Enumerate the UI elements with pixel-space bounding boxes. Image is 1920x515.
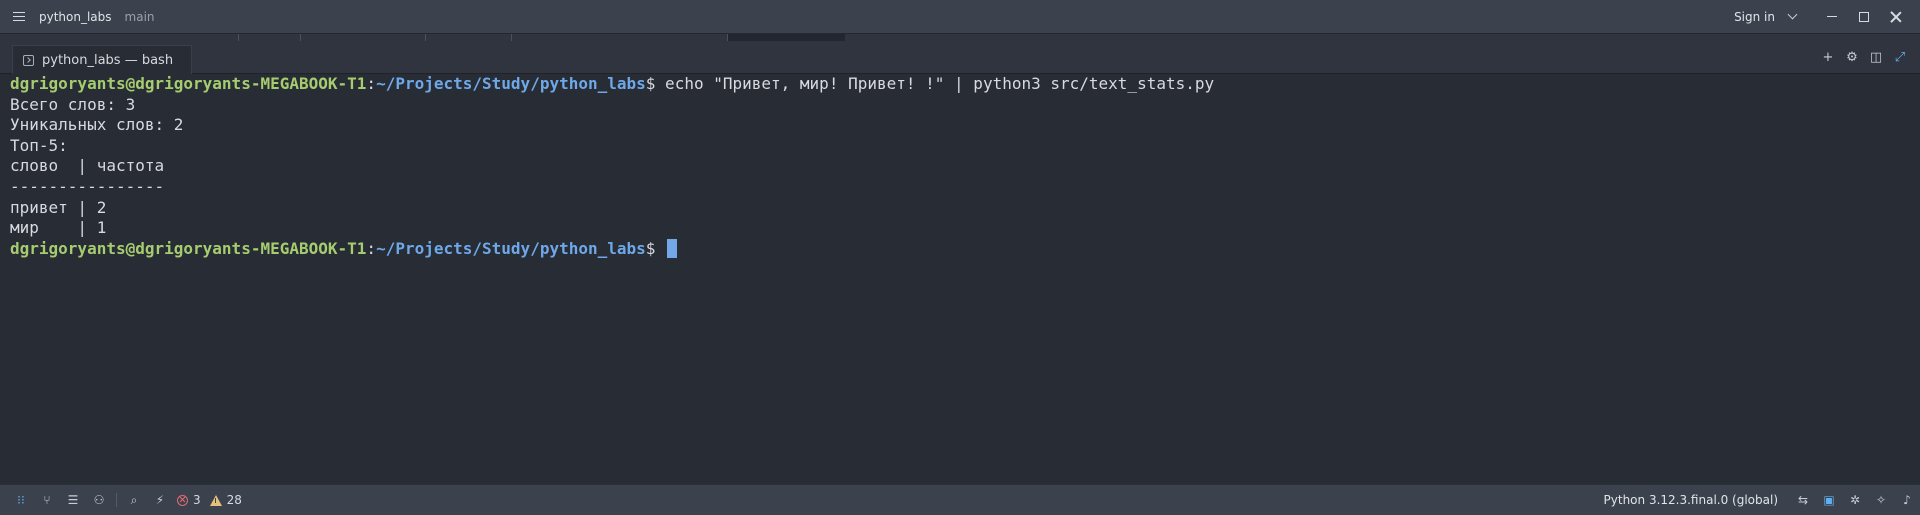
python-environment[interactable]: Python 3.12.3.final.0 (global) [1604,493,1778,507]
terminal-tab-bar: python_labs — bash + ⚙ ◫ ⤢ [0,41,1920,74]
prompt-path: ~/Projects/Study/python_labs [376,238,646,258]
minimize-button[interactable] [1816,0,1848,33]
prompt-colon: : [366,74,377,93]
minimize-icon [1827,16,1837,17]
new-terminal-button[interactable]: + [1816,46,1840,70]
maximize-panel-button[interactable]: ⤢ [1888,46,1912,70]
warning-count: 28 [226,493,242,507]
warning-icon [209,494,222,506]
prompt-user-host: dgrigoryants@dgrigoryants-MEGABOOK-T1 [10,238,367,258]
output-line: слово | частота [10,156,165,176]
git-branch-icon[interactable]: ⑂ [34,485,60,515]
branch-name[interactable]: main [125,10,155,24]
maximize-icon [1859,11,1869,22]
hamburger-icon [13,12,25,21]
error-icon [177,494,188,506]
terminal-tab[interactable]: python_labs — bash [12,45,192,74]
notifications-icon[interactable]: ♪ [1894,485,1920,515]
close-window-button[interactable] [1880,0,1912,33]
lightning-icon[interactable]: ⚡ [147,485,173,515]
prompt-path: ~/Projects/Study/python_labs [376,74,646,93]
assistant-icon[interactable]: ✧ [1868,485,1894,515]
command-text: echo "Привет, мир! Привет! !" | python3 … [655,74,1215,93]
terminal-actions: + ⚙ ◫ ⤢ [1816,41,1912,74]
command-line: dgrigoryants@dgrigoryants-MEGABOOK-T1:~/… [10,74,1910,95]
current-prompt-line[interactable]: dgrigoryants@dgrigoryants-MEGABOOK-T1:~/… [10,238,1910,260]
diagnostics-button[interactable]: 3 28 [177,493,242,507]
terminal-cursor [667,238,678,258]
maximize-button[interactable] [1848,0,1880,33]
terminal-tab-label: python_labs — bash [42,52,174,68]
terminal-tools-button[interactable]: ⚙ [1840,46,1864,70]
error-count: 3 [193,493,201,507]
sign-in-label: Sign in [1734,9,1775,24]
project-panel-icon[interactable]: ⁝⁝ [8,485,34,515]
prompt-user-host: dgrigoryants@dgrigoryants-MEGABOOK-T1 [10,74,367,93]
output-line: привет | 2 [10,197,107,217]
split-pane-button[interactable]: ◫ [1864,46,1888,70]
close-icon [1890,11,1902,23]
output-line: Уникальных слов: 2 [10,115,184,135]
chevron-down-icon [1787,9,1798,20]
prompt-char: $ [645,74,656,93]
app-menu-button[interactable] [0,0,38,33]
outline-icon[interactable]: ☰ [60,485,86,515]
title-bar: python_labs main Sign in [0,0,1920,33]
status-bar: ⁝⁝ ⑂ ☰ ⚇ ⌕ ⚡ 3 28 Python 3.12.3.final.0 … [0,484,1920,515]
sign-in-button[interactable]: Sign in [1726,0,1804,33]
prompt-char: $ [645,238,656,258]
collaboration-icon[interactable]: ⚇ [86,485,112,515]
project-name[interactable]: python_labs [39,10,112,24]
language-settings-icon[interactable]: ⇆ [1790,485,1816,515]
editor-tab-strip [0,33,1920,42]
status-divider [116,493,117,507]
terminal-panel-icon[interactable]: ▣ [1816,485,1842,515]
output-line: ---------------- [10,176,165,196]
debug-icon[interactable]: ✲ [1842,485,1868,515]
terminal-icon [23,54,34,66]
search-icon[interactable]: ⌕ [121,485,147,515]
output-line: Всего слов: 3 [10,94,136,114]
output-line: мир | 1 [10,218,107,238]
output-line: Топ-5: [10,135,68,155]
prompt-colon: : [366,238,377,258]
terminal-output[interactable]: dgrigoryants@dgrigoryants-MEGABOOK-T1:~/… [0,74,1920,484]
